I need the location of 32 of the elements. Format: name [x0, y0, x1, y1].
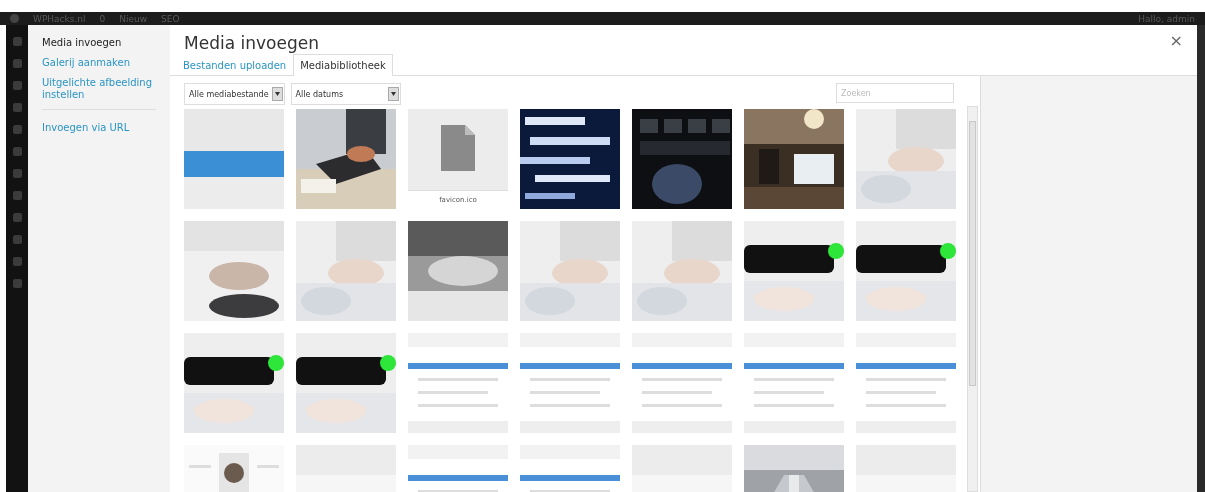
admin-menu-icon[interactable] [12, 59, 22, 68]
close-button[interactable]: × [1169, 33, 1183, 49]
admin-menu-icon[interactable] [12, 147, 22, 156]
admin-menu-icon[interactable] [12, 81, 22, 90]
sidebar-item[interactable]: Media invoegen [42, 37, 170, 49]
admin-menu-icon[interactable] [12, 257, 22, 266]
sidebar-item[interactable]: Uitgelichte afbeelding instellen [42, 77, 170, 101]
sidebar-item[interactable]: Invoegen via URL [42, 122, 170, 134]
tab[interactable]: Mediabibliotheek [293, 54, 393, 76]
site-name[interactable]: WPHacks.nl [33, 13, 86, 24]
admin-menu-icon[interactable] [12, 37, 22, 46]
admin-menu-icon[interactable] [12, 103, 22, 112]
sidebar-item[interactable]: Galerij aanmaken [42, 57, 170, 69]
admin-menu-icon[interactable] [12, 191, 22, 200]
dropdown-arrow-icon [274, 92, 280, 96]
tab[interactable]: Bestanden uploaden [176, 54, 294, 76]
dropdown-arrow-icon [390, 92, 396, 96]
search-field[interactable]: Zoeken [836, 83, 954, 103]
scrollbar[interactable] [967, 106, 978, 492]
admin-menu-icon[interactable] [12, 169, 22, 178]
admin-menu-icon[interactable] [12, 279, 22, 288]
seo-link[interactable]: SEO [161, 13, 180, 24]
document-icon [441, 125, 475, 171]
modal-title: Media invoegen [184, 33, 319, 53]
admin-menu-icon[interactable] [12, 213, 22, 222]
new-link[interactable]: Nieuw [119, 13, 148, 24]
admin-menu-icon[interactable] [12, 125, 22, 134]
filter-dropdown[interactable]: Alle datums [290, 83, 401, 105]
admin-menu-icon[interactable] [12, 235, 22, 244]
scrollbar-thumb[interactable] [969, 121, 976, 386]
filter-dropdown[interactable]: Alle mediabestande [184, 83, 285, 105]
wordpress-logo-icon[interactable] [10, 14, 19, 23]
